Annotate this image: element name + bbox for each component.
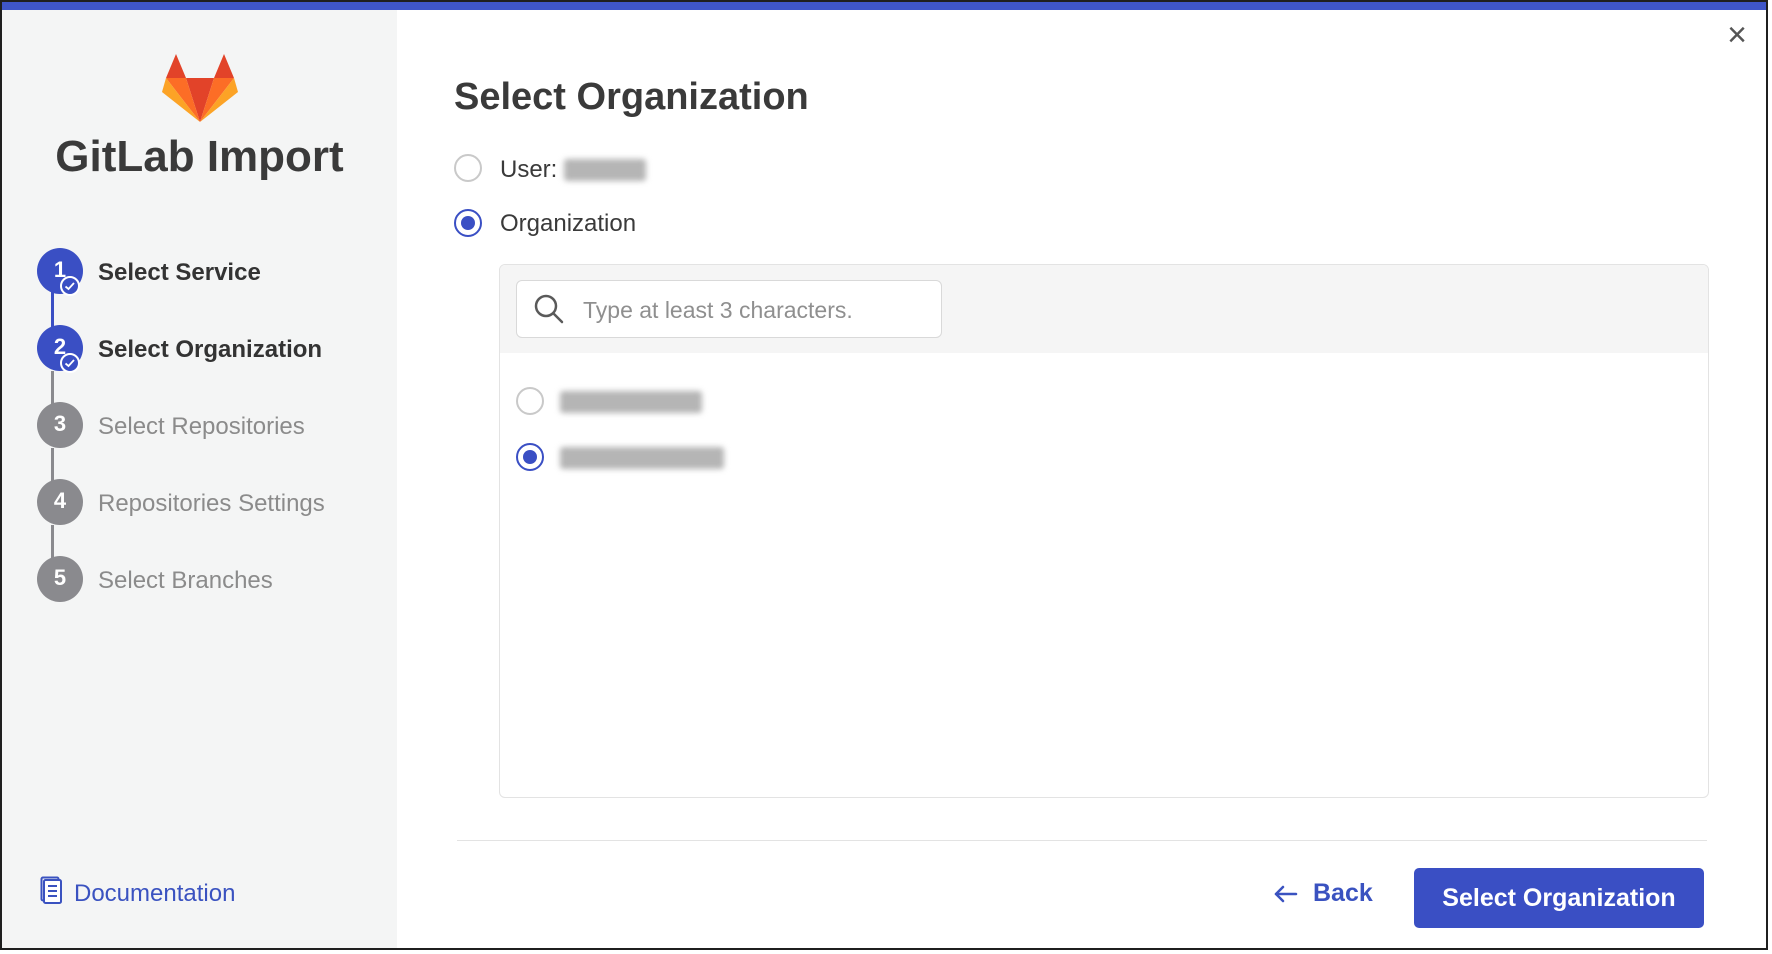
- back-button-label: Back: [1313, 879, 1373, 907]
- step-number: 5: [37, 556, 83, 602]
- organization-search-input[interactable]: [581, 291, 925, 329]
- gitlab-logo-icon: [162, 54, 238, 122]
- dialog-accent-bar: [2, 2, 1766, 10]
- organization-list-panel: [499, 264, 1709, 798]
- wizard-sidebar: GitLab Import 1 Select Service 2 Select …: [2, 10, 397, 948]
- step-select-branches: 5 Select Branches: [37, 556, 397, 602]
- search-area: [500, 265, 1708, 353]
- document-icon: [40, 876, 62, 904]
- step-repositories-settings: 4 Repositories Settings: [37, 479, 397, 525]
- step-complete-check-icon: [60, 276, 80, 296]
- select-organization-button[interactable]: Select Organization: [1414, 868, 1704, 928]
- step-number: 4: [37, 479, 83, 525]
- step-label: Select Service: [98, 259, 261, 286]
- step-label: Select Organization: [98, 336, 323, 363]
- redacted-username: [564, 159, 647, 181]
- organization-search-field[interactable]: [516, 280, 942, 338]
- user-option-label-text: User:: [500, 156, 558, 183]
- step-number: 3: [37, 402, 83, 448]
- step-complete-check-icon: [60, 353, 80, 373]
- close-icon[interactable]: ×: [1722, 18, 1752, 52]
- organization-item-label: [560, 387, 702, 414]
- gitlab-import-dialog: GitLab Import 1 Select Service 2 Select …: [0, 0, 1768, 950]
- arrow-left-icon: [1274, 885, 1298, 903]
- step-label: Select Branches: [98, 567, 273, 594]
- organization-item-radio[interactable]: [516, 443, 544, 471]
- step-select-repositories: 3 Select Repositories: [37, 402, 397, 448]
- step-select-service[interactable]: 1 Select Service: [37, 248, 397, 296]
- redacted-organization-name: [560, 447, 724, 469]
- page-title: Select Organization: [454, 76, 809, 118]
- redacted-organization-name: [560, 391, 702, 413]
- documentation-label: Documentation: [74, 880, 236, 907]
- step-select-organization[interactable]: 2 Select Organization: [37, 325, 397, 373]
- step-label: Select Repositories: [98, 413, 305, 440]
- main-panel: Select Organization User: Organization T…: [397, 10, 1766, 948]
- organization-option-label: Organization: [500, 210, 637, 237]
- organization-item-label: [560, 443, 724, 470]
- user-radio[interactable]: [454, 154, 482, 182]
- organization-radio[interactable]: [454, 209, 482, 237]
- step-label: Repositories Settings: [98, 490, 325, 517]
- app-title: GitLab Import: [55, 132, 344, 181]
- search-icon: [534, 294, 564, 324]
- footer-divider: [457, 840, 1707, 841]
- organization-item-radio[interactable]: [516, 387, 544, 415]
- user-option-label: User:: [500, 155, 647, 184]
